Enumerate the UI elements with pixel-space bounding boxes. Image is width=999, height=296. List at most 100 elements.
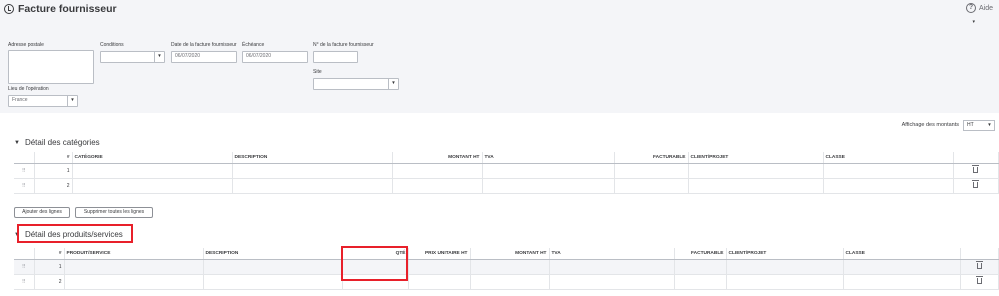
description-cell[interactable] bbox=[203, 259, 343, 275]
column-amount: MONTANT HT bbox=[470, 248, 550, 260]
billable-cell[interactable] bbox=[614, 163, 689, 179]
row-number: 2 bbox=[34, 178, 73, 194]
delete-row-button[interactable] bbox=[953, 178, 999, 194]
column-description: DESCRIPTION bbox=[232, 152, 393, 164]
column-handle bbox=[14, 152, 35, 164]
place-of-supply-value: France bbox=[12, 97, 28, 103]
place-of-supply-label: Lieu de l'opération bbox=[8, 86, 49, 92]
column-customer: CLIENT/PROJET bbox=[726, 248, 844, 260]
add-lines-button[interactable]: Ajouter des lignes bbox=[14, 207, 70, 218]
bill-number-field[interactable] bbox=[313, 51, 358, 63]
delete-row-button[interactable] bbox=[953, 163, 999, 179]
column-category: CATÉGORIE bbox=[72, 152, 233, 164]
location-label: Site bbox=[313, 69, 322, 75]
place-of-supply-select[interactable]: France ▼ bbox=[8, 95, 78, 107]
tax-cell[interactable] bbox=[482, 163, 615, 179]
due-date-field[interactable]: 06/07/2020 bbox=[242, 51, 308, 63]
clear-all-lines-button[interactable]: Supprimer toutes les lignes bbox=[75, 207, 153, 218]
class-cell[interactable] bbox=[823, 178, 954, 194]
column-amount: MONTANT HT bbox=[392, 152, 483, 164]
column-actions bbox=[960, 248, 999, 260]
location-select[interactable]: ▼ bbox=[313, 78, 399, 90]
trash-icon bbox=[972, 164, 979, 173]
product-cell[interactable] bbox=[64, 259, 204, 275]
customer-cell[interactable] bbox=[726, 259, 844, 275]
column-description: DESCRIPTION bbox=[203, 248, 343, 260]
table-row[interactable]: ⠿ 2 bbox=[14, 178, 999, 194]
column-class: CLASSE bbox=[843, 248, 961, 260]
address-label: Adresse postale bbox=[8, 42, 44, 48]
help-label: Aide bbox=[978, 4, 993, 12]
unit-price-cell[interactable] bbox=[408, 274, 471, 290]
row-number: 1 bbox=[34, 259, 65, 275]
bill-date-field[interactable]: 06/07/2020 bbox=[171, 51, 237, 63]
description-cell[interactable] bbox=[232, 178, 393, 194]
category-cell[interactable] bbox=[72, 178, 233, 194]
column-handle bbox=[14, 248, 35, 260]
drag-handle-icon[interactable]: ⠿ bbox=[14, 178, 35, 194]
amounts-display-select[interactable]: HT ▼ bbox=[963, 120, 995, 131]
table-row[interactable]: ⠿ 1 bbox=[14, 259, 999, 275]
billable-cell[interactable] bbox=[674, 259, 727, 275]
terms-select[interactable]: ▼ bbox=[100, 51, 165, 63]
drag-handle-icon[interactable]: ⠿ bbox=[14, 259, 35, 275]
customer-cell[interactable] bbox=[688, 178, 824, 194]
help-button[interactable]: ? Aide bbox=[965, 3, 993, 13]
product-table-header: # PRODUIT/SERVICE DESCRIPTION QTÉ PRIX U… bbox=[14, 248, 999, 260]
amounts-display-value: HT bbox=[967, 122, 974, 128]
row-number: 1 bbox=[34, 163, 73, 179]
category-details-title: Détail des catégories bbox=[24, 138, 100, 147]
due-date-label: Échéance bbox=[242, 42, 265, 48]
trash-icon bbox=[972, 179, 979, 188]
clock-refresh-icon bbox=[4, 4, 14, 14]
drag-handle-icon[interactable]: ⠿ bbox=[14, 163, 35, 179]
category-cell[interactable] bbox=[72, 163, 233, 179]
category-table-header: # CATÉGORIE DESCRIPTION MONTANT HT TVA F… bbox=[14, 152, 999, 164]
class-cell[interactable] bbox=[843, 274, 961, 290]
page-title: Facture fournisseur bbox=[18, 3, 117, 15]
column-number: # bbox=[34, 248, 65, 260]
billable-cell[interactable] bbox=[614, 178, 689, 194]
amount-cell[interactable] bbox=[470, 259, 550, 275]
class-cell[interactable] bbox=[843, 259, 961, 275]
table-row[interactable]: ⠿ 2 bbox=[14, 274, 999, 290]
trash-icon bbox=[975, 260, 983, 269]
tax-cell[interactable] bbox=[482, 178, 615, 194]
amount-cell[interactable] bbox=[470, 274, 550, 290]
tax-cell[interactable] bbox=[549, 274, 675, 290]
description-cell[interactable] bbox=[232, 163, 393, 179]
column-tax: TVA bbox=[549, 248, 675, 260]
highlight-section-title bbox=[17, 224, 133, 243]
billable-cell[interactable] bbox=[674, 274, 727, 290]
column-tax: TVA bbox=[482, 152, 615, 164]
amount-cell[interactable] bbox=[392, 178, 483, 194]
chevron-down-icon[interactable]: ▾ bbox=[972, 19, 975, 25]
question-circle-icon: ? bbox=[965, 3, 976, 13]
chevron-down-icon: ▼ bbox=[987, 122, 992, 127]
product-cell[interactable] bbox=[64, 274, 204, 290]
triangle-down-icon: ▼ bbox=[14, 139, 20, 146]
drag-handle-icon[interactable]: ⠿ bbox=[14, 274, 35, 290]
chevron-down-icon: ▼ bbox=[154, 52, 164, 62]
table-row[interactable]: ⠿ 1 bbox=[14, 163, 999, 179]
delete-row-button[interactable] bbox=[960, 259, 999, 275]
chevron-down-icon: ▼ bbox=[388, 79, 398, 89]
customer-cell[interactable] bbox=[726, 274, 844, 290]
amount-cell[interactable] bbox=[392, 163, 483, 179]
tax-cell[interactable] bbox=[549, 259, 675, 275]
description-cell[interactable] bbox=[203, 274, 343, 290]
category-details-toggle[interactable]: ▼ Détail des catégories bbox=[14, 138, 100, 147]
column-number: # bbox=[34, 152, 73, 164]
bill-number-label: N° de la facture fournisseur bbox=[313, 42, 374, 48]
address-field[interactable] bbox=[8, 50, 94, 84]
customer-cell[interactable] bbox=[688, 163, 824, 179]
class-cell[interactable] bbox=[823, 163, 954, 179]
chevron-down-icon: ▼ bbox=[67, 96, 77, 106]
column-class: CLASSE bbox=[823, 152, 954, 164]
unit-price-cell[interactable] bbox=[408, 259, 471, 275]
highlight-quantity-column bbox=[341, 246, 408, 281]
column-product: PRODUIT/SERVICE bbox=[64, 248, 204, 260]
delete-row-button[interactable] bbox=[960, 274, 999, 290]
trash-icon bbox=[975, 275, 983, 284]
column-actions bbox=[953, 152, 999, 164]
